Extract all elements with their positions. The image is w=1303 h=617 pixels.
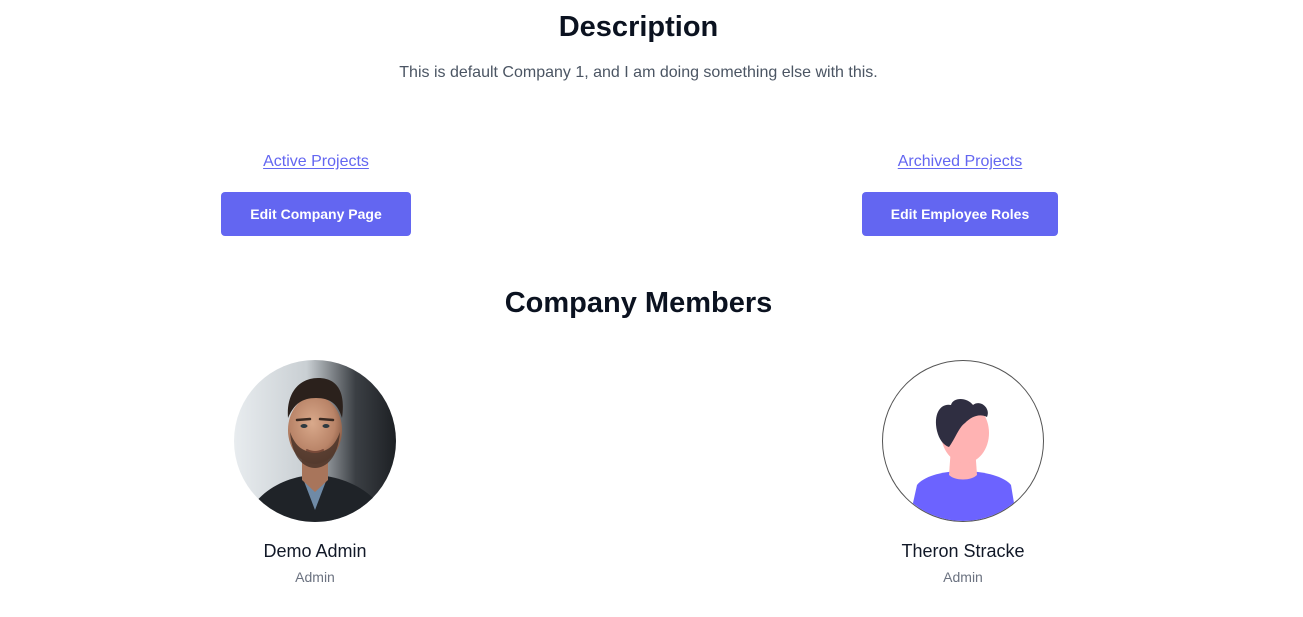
edit-employee-roles-button[interactable]: Edit Employee Roles: [861, 192, 1059, 236]
company-page: Description This is default Company 1, a…: [0, 0, 1303, 617]
member-card: Demo Admin Admin: [215, 360, 415, 586]
archived-projects-wrapper: Archived Projects: [834, 151, 1086, 173]
member-name: Theron Stracke: [901, 541, 1025, 561]
active-projects-link[interactable]: Active Projects: [263, 151, 369, 173]
member-role: Admin: [295, 569, 335, 585]
description-text: This is default Company 1, and I am doin…: [399, 64, 878, 81]
member-name: Demo Admin: [263, 541, 367, 561]
edit-company-page-button[interactable]: Edit Company Page: [221, 192, 411, 236]
company-members-title: Company Members: [504, 287, 773, 319]
edit-roles-wrapper: Edit Employee Roles: [834, 192, 1086, 236]
edit-company-wrapper: Edit Company Page: [190, 192, 442, 236]
member-card: Theron Stracke Admin: [863, 360, 1063, 586]
default-person-avatar-icon: [882, 360, 1044, 522]
description-title: Description: [558, 11, 719, 43]
active-projects-wrapper: Active Projects: [190, 151, 442, 173]
archived-projects-link[interactable]: Archived Projects: [898, 151, 1023, 173]
member-photo-avatar: [234, 360, 396, 522]
member-role: Admin: [943, 569, 983, 585]
